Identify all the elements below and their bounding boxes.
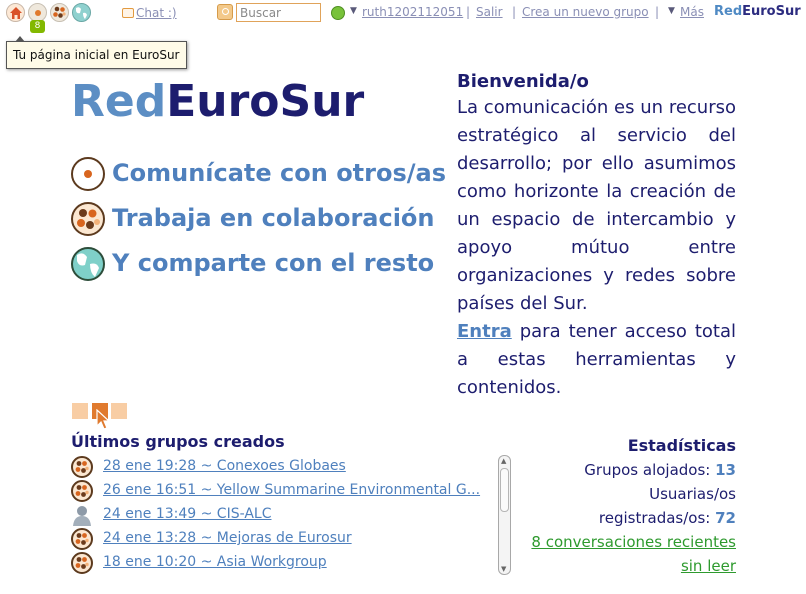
chat-bubble-icon [122, 8, 134, 18]
latest-groups-title: Últimos grupos creados [71, 432, 285, 451]
collaborate-icon [71, 480, 93, 502]
feature-label: Trabaja en colaboración [112, 204, 435, 232]
collaborate-icon[interactable] [50, 3, 69, 22]
collaborate-icon [71, 552, 93, 574]
registered-users-label: registradas/os: [598, 509, 711, 527]
unread-line: sin leer [520, 554, 736, 578]
communicate-icon [71, 157, 105, 191]
scroll-up-icon[interactable]: ▲ [501, 457, 506, 465]
hosted-groups-label: Grupos alojados: [584, 461, 711, 479]
brand-part-eurosur: EuroSur [742, 4, 801, 19]
hosted-groups-stat: Grupos alojados: 13 [520, 458, 736, 482]
status-dropdown-icon[interactable]: ▼ [350, 6, 357, 16]
separator: | [512, 5, 517, 19]
mouse-cursor-icon [96, 409, 111, 430]
chat-link[interactable]: Chat :) [122, 6, 177, 20]
users-label-line: Usuarias/os [649, 485, 736, 503]
statistics-title: Estadísticas [627, 436, 736, 455]
search-icon[interactable] [217, 4, 233, 20]
logout-link[interactable]: Salir [476, 5, 503, 19]
search-input[interactable] [236, 3, 321, 22]
feature-label: Y comparte con el resto [112, 249, 435, 277]
world-icon[interactable] [72, 3, 91, 22]
feature-label: Comunícate con otros/as [112, 159, 447, 187]
list-item: 18 ene 10:20 ~ Asia Workgroup [71, 552, 491, 574]
enter-link[interactable]: Entra [457, 321, 512, 342]
hosted-groups-value: 13 [715, 461, 736, 479]
welcome-body: La comunicación es un recurso estratégic… [457, 94, 736, 402]
welcome-text: La comunicación es un recurso estratégic… [457, 97, 736, 314]
notification-badge[interactable]: 8 [30, 20, 45, 33]
scroll-down-icon[interactable]: ▼ [501, 565, 506, 573]
hero-brand-title: RedEuroSur [71, 76, 364, 128]
scrollbar-thumb[interactable] [500, 468, 509, 512]
separator: | [655, 5, 660, 19]
user-profile-link[interactable]: ruth1202112051 [362, 5, 463, 19]
group-link[interactable]: 24 ene 13:28 ~ Mejoras de Eurosur [103, 530, 352, 546]
carousel-dot-1[interactable] [72, 403, 88, 419]
group-link[interactable]: 24 ene 13:49 ~ CIS-ALC [103, 506, 271, 522]
statistics-panel: Estadísticas Grupos alojados: 13 Usuaria… [520, 434, 736, 578]
list-item: 24 ene 13:49 ~ CIS-ALC [71, 504, 491, 526]
list-item: 24 ene 13:28 ~ Mejoras de Eurosur [71, 528, 491, 550]
group-link[interactable]: 18 ene 10:20 ~ Asia Workgroup [103, 554, 327, 570]
online-status-icon[interactable] [331, 6, 345, 20]
chat-label: Chat :) [136, 6, 177, 20]
user-silhouette-icon [71, 504, 93, 526]
more-link[interactable]: Más [680, 5, 704, 19]
welcome-panel: Bienvenida/o La comunicación es un recur… [457, 70, 736, 402]
group-link[interactable]: 26 ene 16:51 ~ Yellow Summarine Environm… [103, 482, 480, 498]
separator: | [466, 5, 471, 19]
collaborate-icon [71, 528, 93, 550]
recent-conversations-link[interactable]: 8 conversaciones recientes [531, 533, 736, 551]
home-icon[interactable] [6, 3, 25, 22]
recent-conversations-line: 8 conversaciones recientes [520, 530, 736, 554]
welcome-heading: Bienvenida/o [457, 71, 589, 92]
collaborate-icon [71, 202, 105, 236]
carousel-dot-3[interactable] [111, 403, 127, 419]
brand-logo-small[interactable]: RedEuroSur [714, 4, 801, 19]
groups-scrollbar[interactable]: ▲ ▼ [498, 455, 511, 575]
world-icon [71, 247, 105, 281]
create-group-link[interactable]: Crea un nuevo grupo [522, 5, 649, 19]
hero-brand-eurosur: EuroSur [166, 76, 365, 127]
registered-users-value: 72 [715, 509, 736, 527]
collaborate-icon [71, 456, 93, 478]
list-item: 26 ene 16:51 ~ Yellow Summarine Environm… [71, 480, 491, 502]
top-bar: 8 Chat :) ▼ ruth1202112051 | Salir | Cre… [0, 0, 806, 33]
hero-brand-red: Red [71, 76, 167, 127]
home-tooltip: Tu página inicial en EuroSur [6, 36, 187, 69]
group-link[interactable]: 28 ene 19:28 ~ Conexoes Globaes [103, 458, 346, 474]
list-item: 28 ene 19:28 ~ Conexoes Globaes [71, 456, 491, 478]
brand-part-red: Red [714, 4, 743, 19]
more-dropdown-icon[interactable]: ▼ [668, 6, 675, 16]
unread-conversations-link[interactable]: sin leer [681, 557, 736, 575]
registered-users-stat: registradas/os: 72 [520, 506, 736, 530]
